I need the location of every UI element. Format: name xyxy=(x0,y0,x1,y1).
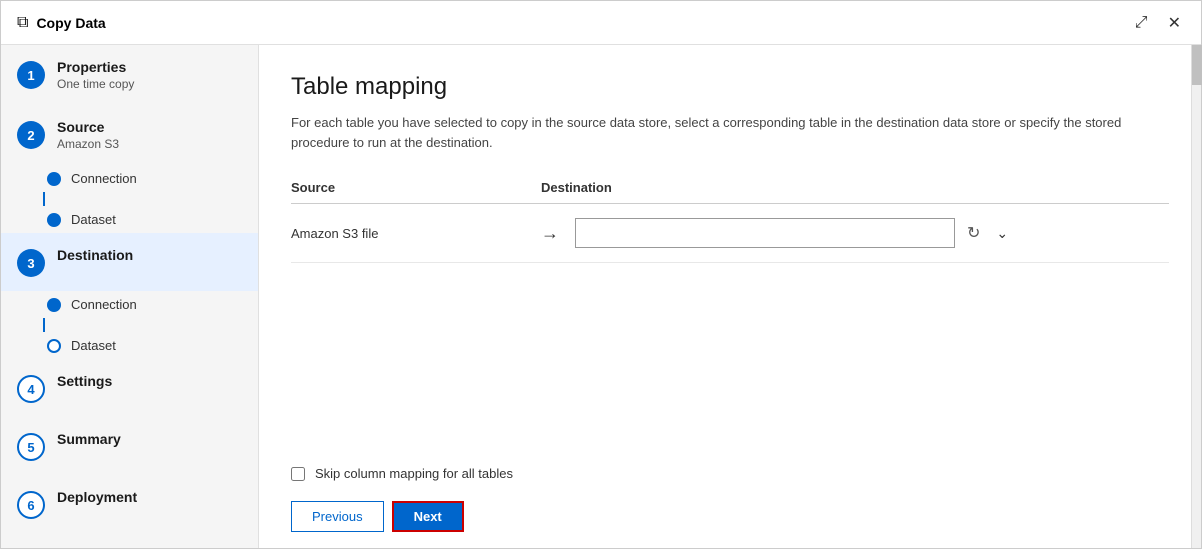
sidebar-item-deployment[interactable]: 6 Deployment xyxy=(1,475,258,533)
panel-title: Table mapping xyxy=(291,73,1169,101)
expand-row-button[interactable]: ⌄ xyxy=(992,221,1012,246)
sidebar: 1 Properties One time copy 2 Source Amaz… xyxy=(1,45,259,548)
dest-sub-items: Connection Dataset xyxy=(1,291,258,359)
refresh-button[interactable]: ↻ xyxy=(963,219,984,247)
arrow-icon: → xyxy=(541,223,559,244)
step-text-1: Properties One time copy xyxy=(57,59,134,91)
step-label-6: Deployment xyxy=(57,489,137,505)
step-circle-6: 6 xyxy=(17,491,45,519)
mapping-header: Source Destination xyxy=(291,180,1169,204)
source-sub-items: Connection Dataset xyxy=(1,165,258,233)
step-text-2: Source Amazon S3 xyxy=(57,119,119,151)
dataset-dot-dest xyxy=(47,339,61,353)
dest-connection-item[interactable]: Connection xyxy=(31,291,258,318)
step-circle-4: 4 xyxy=(17,375,45,403)
previous-button[interactable]: Previous xyxy=(291,501,384,532)
mapping-table: Source Destination Amazon S3 file → ↻ xyxy=(291,180,1169,263)
dataset-dot-source xyxy=(47,213,61,227)
copy-data-icon: ⧉ xyxy=(17,14,28,32)
scrollbar-thumb[interactable] xyxy=(1192,45,1201,85)
panel-body: Table mapping For each table you have se… xyxy=(259,45,1201,466)
step-label-1: Properties xyxy=(57,59,134,75)
dest-table-dropdown[interactable] xyxy=(575,218,955,248)
panel-description: For each table you have selected to copy… xyxy=(291,113,1151,152)
close-button[interactable]: ✕ xyxy=(1164,11,1185,35)
table-row: Amazon S3 file → ↻ ⌄ xyxy=(291,204,1169,263)
title-bar: ⧉ Copy Data ⤢ ✕ xyxy=(1,1,1201,45)
step-circle-2: 2 xyxy=(17,121,45,149)
connector-line-dest xyxy=(43,318,45,332)
step-circle-3: 3 xyxy=(17,249,45,277)
step-label-5: Summary xyxy=(57,431,121,447)
step-text-6: Deployment xyxy=(57,489,137,505)
right-panel: Table mapping For each table you have se… xyxy=(259,45,1201,548)
sidebar-item-summary[interactable]: 5 Summary xyxy=(1,417,258,475)
dest-column-header: Destination xyxy=(541,180,612,195)
button-row: Previous Next xyxy=(291,501,1169,532)
step-sublabel-1: One time copy xyxy=(57,77,134,91)
source-column-header: Source xyxy=(291,180,541,195)
source-connection-item[interactable]: Connection xyxy=(31,165,258,192)
step-circle-1: 1 xyxy=(17,61,45,89)
scrollbar-track xyxy=(1191,45,1201,548)
connection-dot-source xyxy=(47,172,61,186)
step-label-2: Source xyxy=(57,119,119,135)
sidebar-item-properties[interactable]: 1 Properties One time copy xyxy=(1,45,258,105)
next-button[interactable]: Next xyxy=(392,501,464,532)
skip-column-mapping-checkbox[interactable] xyxy=(291,467,305,481)
dest-select-group: ↻ ⌄ xyxy=(575,218,1012,248)
step-sublabel-2: Amazon S3 xyxy=(57,137,119,151)
dest-dataset-label: Dataset xyxy=(71,338,116,353)
title-bar-controls: ⤢ ✕ xyxy=(1131,11,1185,35)
source-dataset-item[interactable]: Dataset xyxy=(31,206,258,233)
main-window: ⧉ Copy Data ⤢ ✕ 1 Properties One time co… xyxy=(0,0,1202,549)
sidebar-item-settings[interactable]: 4 Settings xyxy=(1,359,258,417)
sidebar-item-source[interactable]: 2 Source Amazon S3 xyxy=(1,105,258,165)
window-title: Copy Data xyxy=(36,15,1130,31)
step-label-4: Settings xyxy=(57,373,112,389)
source-dataset-label: Dataset xyxy=(71,212,116,227)
source-connection-label: Connection xyxy=(71,171,137,186)
step-text-3: Destination xyxy=(57,247,133,265)
dest-dataset-item[interactable]: Dataset xyxy=(31,332,258,359)
sidebar-item-destination[interactable]: 3 Destination xyxy=(1,233,258,291)
dest-connection-label: Connection xyxy=(71,297,137,312)
panel-footer: Skip column mapping for all tables Previ… xyxy=(259,466,1201,548)
step-circle-5: 5 xyxy=(17,433,45,461)
skip-row: Skip column mapping for all tables xyxy=(291,466,1169,481)
step-label-3: Destination xyxy=(57,247,133,263)
connector-line-source xyxy=(43,192,45,206)
connection-dot-dest xyxy=(47,298,61,312)
step-text-5: Summary xyxy=(57,431,121,447)
skip-column-mapping-label: Skip column mapping for all tables xyxy=(315,466,513,481)
expand-button[interactable]: ⤢ xyxy=(1131,11,1152,35)
source-table-name: Amazon S3 file xyxy=(291,226,541,241)
step-text-4: Settings xyxy=(57,373,112,389)
main-content: 1 Properties One time copy 2 Source Amaz… xyxy=(1,45,1201,548)
